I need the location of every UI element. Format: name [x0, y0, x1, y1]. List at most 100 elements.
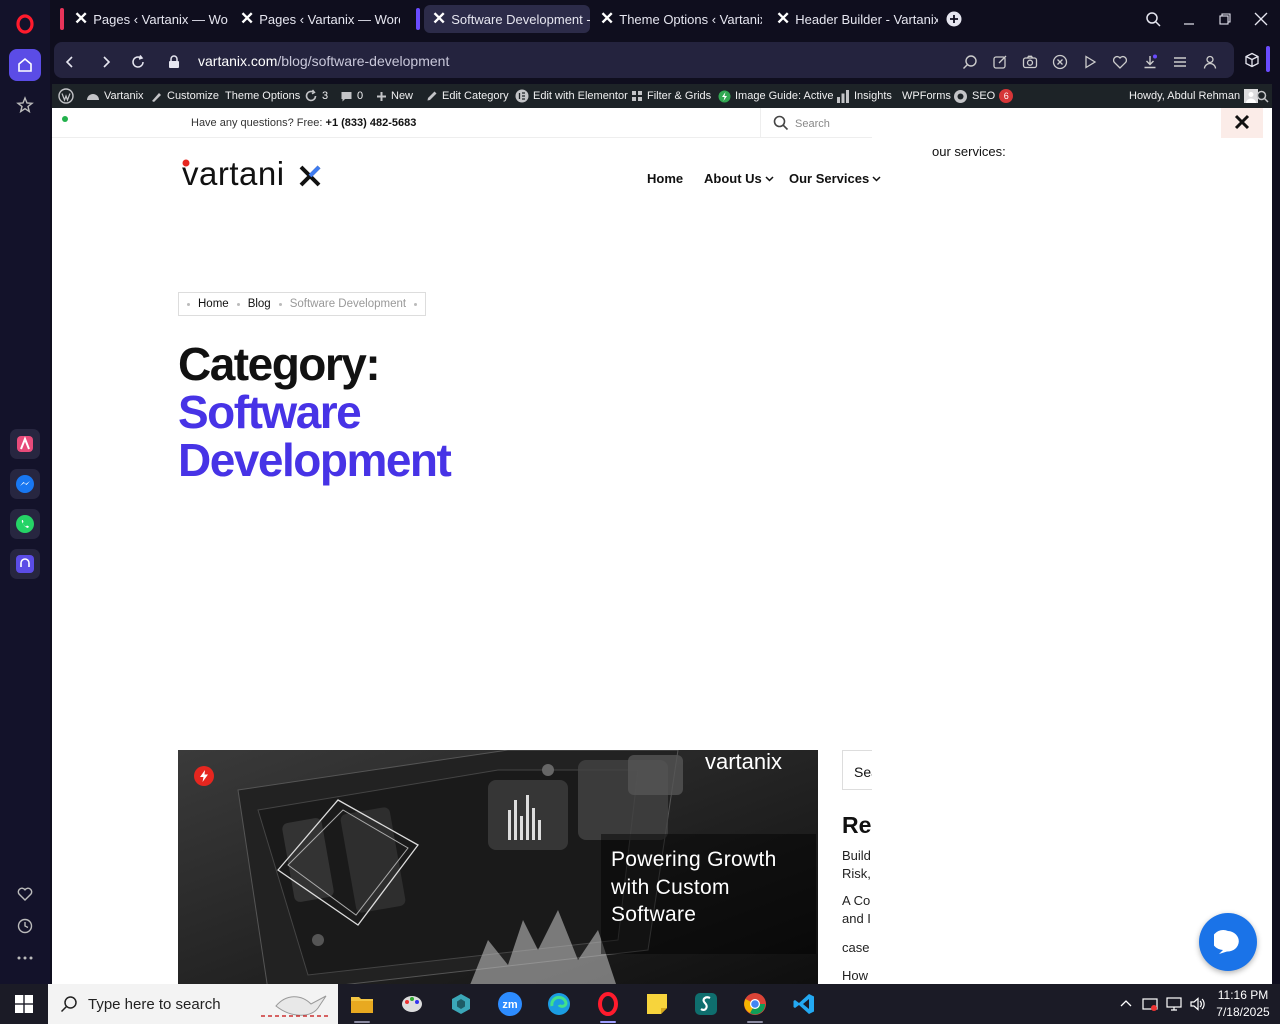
sticky-notes-icon[interactable]	[637, 988, 677, 1020]
paint-app-icon[interactable]	[392, 988, 432, 1020]
tab-search-icon[interactable]	[1142, 8, 1164, 30]
nav-home[interactable]: Home	[647, 171, 683, 186]
recent-post-link[interactable]: case	[842, 940, 872, 955]
recent-post-link[interactable]: A Co	[842, 893, 872, 908]
wp-image-guide[interactable]: Image Guide: Active	[718, 84, 833, 108]
security-tray-icon[interactable]	[1141, 995, 1159, 1013]
wp-comments[interactable]: 0	[340, 84, 363, 108]
s-app-icon[interactable]	[686, 988, 726, 1020]
wp-site-name[interactable]: Vartanix	[86, 84, 144, 108]
recent-post-link[interactable]: Build	[842, 848, 872, 863]
adblock-icon[interactable]	[1050, 52, 1070, 72]
tab-theme-options[interactable]: ✕ Theme Options ‹ Vartanix	[592, 5, 762, 33]
brush-icon	[152, 92, 161, 102]
tab-header-builder[interactable]: ✕ Header Builder - Vartanix	[768, 5, 938, 33]
wp-theme-options-label: Theme Options	[225, 90, 301, 102]
recent-post-link[interactable]: How	[842, 968, 872, 983]
site-logo[interactable]: vartani	[180, 154, 325, 190]
minimize-button[interactable]	[1178, 8, 1200, 30]
wp-logo-icon[interactable]	[58, 84, 74, 108]
restore-button[interactable]	[1214, 8, 1236, 30]
nav-our-services[interactable]: Our Services	[789, 171, 881, 186]
featured-caption-line2: with Custom	[611, 875, 730, 899]
sidebar-search-input[interactable]: Search	[842, 750, 872, 790]
wp-seo[interactable]: SEO 6	[953, 84, 1014, 108]
back-button[interactable]	[60, 52, 80, 72]
tab-pages-2[interactable]: ✕ Pages ‹ Vartanix — WordP	[232, 5, 400, 33]
recent-post-link[interactable]: and I	[842, 911, 872, 926]
chevron-down-icon	[872, 176, 881, 182]
wp-edit-category[interactable]: Edit Category	[426, 84, 509, 108]
wp-edit-elementor[interactable]: Edit with Elementor	[515, 84, 628, 108]
updates-icon	[305, 89, 317, 102]
lock-icon[interactable]	[164, 52, 184, 72]
edit-share-icon[interactable]	[990, 52, 1010, 72]
wp-image-guide-label: Image Guide: Active	[735, 90, 834, 102]
downloads-icon[interactable]	[1140, 52, 1160, 72]
wp-site-name-label: Vartanix	[104, 90, 144, 102]
reload-button[interactable]	[128, 52, 148, 72]
wp-theme-options[interactable]: Theme Options	[225, 84, 300, 108]
wp-updates[interactable]: 3	[304, 84, 328, 108]
wp-search-icon[interactable]	[1256, 84, 1269, 108]
grid-icon	[632, 91, 642, 101]
volume-icon[interactable]	[1188, 995, 1206, 1013]
phone-number[interactable]: +1 (833) 482-5683	[326, 117, 417, 129]
extensions-cube-icon[interactable]	[1242, 50, 1262, 70]
wp-wpforms[interactable]: WPForms	[902, 84, 951, 108]
file-explorer-icon[interactable]	[342, 988, 382, 1023]
star-bookmarks-icon[interactable]	[9, 89, 41, 121]
home-icon[interactable]	[9, 49, 41, 81]
opera-browser-icon[interactable]	[588, 988, 628, 1023]
pencil-icon	[427, 91, 437, 101]
more-options-icon[interactable]	[9, 942, 41, 974]
chevron-down-icon	[765, 176, 774, 182]
featured-post-image[interactable]: vartanix Powering Growth with Custom Sof…	[178, 750, 818, 984]
wp-customize[interactable]: Customize	[150, 84, 219, 108]
account-icon[interactable]	[1200, 52, 1220, 72]
show-hidden-icons-chevron[interactable]	[1117, 995, 1135, 1013]
opera-logo-icon[interactable]	[9, 8, 41, 40]
forward-button[interactable]	[96, 52, 116, 72]
breadcrumb-home[interactable]: Home	[198, 298, 229, 310]
close-window-button[interactable]	[1250, 8, 1272, 30]
clock-time: 11:16 PM	[1217, 988, 1269, 1002]
live-chat-button[interactable]	[1199, 913, 1257, 971]
wp-new[interactable]: New	[376, 84, 413, 108]
new-tab-button[interactable]	[943, 8, 965, 30]
heart-bookmark-icon[interactable]	[1110, 52, 1130, 72]
history-clock-icon[interactable]	[9, 910, 41, 942]
wp-howdy-account[interactable]: Howdy, Abdul Rehman	[1129, 84, 1259, 108]
edge-browser-icon[interactable]	[539, 988, 579, 1020]
heart-icon[interactable]	[9, 878, 41, 910]
wp-insights[interactable]: Insights	[836, 84, 892, 108]
taskbar-search-box[interactable]: Type here to search	[48, 984, 338, 1024]
player-icon[interactable]	[1080, 52, 1100, 72]
vscode-icon[interactable]	[784, 988, 824, 1020]
tab-favicon-icon: ✕	[776, 9, 791, 28]
tab-pages-1[interactable]: ✕ Pages ‹ Vartanix — WordP	[66, 5, 228, 33]
recent-post-link[interactable]: Risk,	[842, 866, 872, 881]
aria-ai-icon[interactable]	[10, 429, 40, 459]
header-search[interactable]: Search	[760, 108, 872, 138]
nav-about-us[interactable]: About Us	[704, 171, 774, 186]
start-button[interactable]	[0, 984, 48, 1024]
chrome-browser-icon[interactable]	[735, 988, 775, 1023]
tab-software-development[interactable]: ✕ Software Development - V	[424, 5, 590, 33]
easy-setup-icon[interactable]	[1170, 52, 1190, 72]
hexagon-app-icon[interactable]	[441, 988, 481, 1020]
breadcrumb-blog[interactable]: Blog	[248, 298, 271, 310]
whatsapp-icon[interactable]	[10, 509, 40, 539]
wp-filter-grids[interactable]: Filter & Grids	[631, 84, 711, 108]
url-text[interactable]: vartanix.com/blog/software-development	[198, 53, 449, 69]
lightning-icon	[718, 90, 731, 102]
network-icon[interactable]	[1165, 995, 1183, 1013]
zoom-app-icon[interactable]: zm	[490, 988, 530, 1020]
comment-bubble-icon	[341, 91, 352, 101]
messenger-icon[interactable]	[10, 469, 40, 499]
search-page-icon[interactable]	[960, 52, 980, 72]
music-player-icon[interactable]	[10, 549, 40, 579]
close-panel-button[interactable]	[1221, 108, 1263, 138]
camera-snapshot-icon[interactable]	[1020, 52, 1040, 72]
taskbar-clock[interactable]: 11:16 PM 7/18/2025	[1212, 987, 1274, 1021]
